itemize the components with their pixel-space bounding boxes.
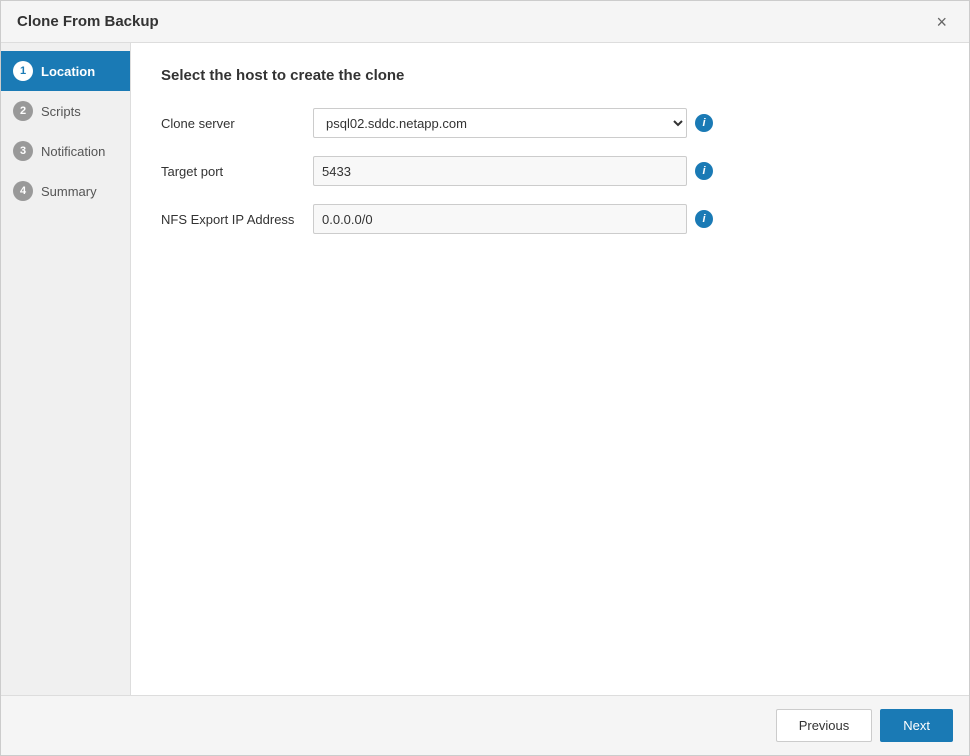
target-port-input[interactable] (313, 156, 687, 186)
sidebar-item-scripts[interactable]: 2 Scripts (1, 91, 130, 131)
target-port-info-icon[interactable]: i (695, 162, 713, 180)
target-port-row: Target port i (161, 156, 939, 186)
nfs-export-label: NFS Export IP Address (161, 212, 301, 227)
clone-server-select[interactable]: psql02.sddc.netapp.com (313, 108, 687, 138)
step-number-4: 4 (13, 181, 33, 201)
dialog-header: Clone From Backup × (1, 1, 969, 43)
step-label-scripts: Scripts (41, 104, 81, 119)
step-number-3: 3 (13, 141, 33, 161)
dialog-footer: Previous Next (1, 695, 969, 755)
dialog-body: 1 Location 2 Scripts 3 Notification 4 Su… (1, 43, 969, 695)
target-port-wrapper: i (313, 156, 713, 186)
nfs-export-input[interactable] (313, 204, 687, 234)
nfs-export-info-icon[interactable]: i (695, 210, 713, 228)
content-title: Select the host to create the clone (161, 67, 939, 84)
previous-button[interactable]: Previous (776, 709, 873, 742)
clone-server-label: Clone server (161, 116, 301, 131)
step-number-1: 1 (13, 61, 33, 81)
nfs-export-wrapper: i (313, 204, 713, 234)
dialog-title: Clone From Backup (17, 13, 159, 30)
step-label-location: Location (41, 64, 95, 79)
nfs-export-row: NFS Export IP Address i (161, 204, 939, 234)
step-label-summary: Summary (41, 184, 97, 199)
step-number-2: 2 (13, 101, 33, 121)
next-button[interactable]: Next (880, 709, 953, 742)
clone-server-wrapper: psql02.sddc.netapp.com i (313, 108, 713, 138)
close-button[interactable]: × (930, 11, 953, 33)
sidebar: 1 Location 2 Scripts 3 Notification 4 Su… (1, 43, 131, 695)
clone-server-info-icon[interactable]: i (695, 114, 713, 132)
main-content: Select the host to create the clone Clon… (131, 43, 969, 695)
sidebar-item-notification[interactable]: 3 Notification (1, 131, 130, 171)
clone-server-row: Clone server psql02.sddc.netapp.com i (161, 108, 939, 138)
sidebar-item-location[interactable]: 1 Location (1, 51, 130, 91)
target-port-label: Target port (161, 164, 301, 179)
step-label-notification: Notification (41, 144, 105, 159)
sidebar-item-summary[interactable]: 4 Summary (1, 171, 130, 211)
clone-from-backup-dialog: Clone From Backup × 1 Location 2 Scripts… (0, 0, 970, 756)
